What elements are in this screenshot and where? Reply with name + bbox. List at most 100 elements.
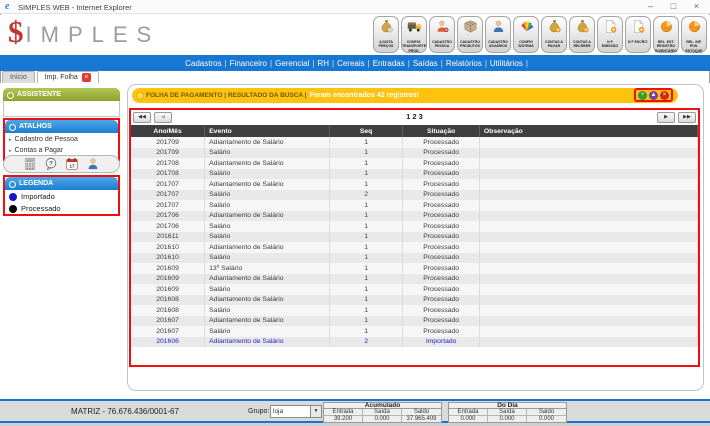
table-row[interactable]: 201706Adiantamento de Salário1Processado [131, 211, 698, 222]
cell-observacao[interactable] [479, 274, 697, 285]
cell-observacao[interactable] [479, 200, 697, 211]
cell-seq[interactable]: 1 [329, 232, 403, 243]
cell-evento[interactable]: Salário [205, 232, 330, 243]
cell-ano-mes[interactable]: 201708 [131, 158, 205, 169]
cell-observacao[interactable] [479, 211, 697, 222]
help-icon[interactable]: ? [44, 157, 58, 171]
last-page-button[interactable]: ▶▶ [678, 112, 696, 123]
column-header[interactable]: Situação [403, 125, 479, 137]
add-button[interactable]: + [638, 91, 647, 100]
cell-situacao[interactable]: Processado [403, 211, 479, 222]
toolbar-button-rel-inf-pos-estoque[interactable]: REL. INF. POS. ESTOQUE [681, 16, 707, 53]
cell-seq[interactable]: 1 [329, 274, 403, 285]
cell-observacao[interactable] [479, 253, 697, 264]
cell-ano-mes[interactable]: 201609 [131, 263, 205, 274]
cell-evento[interactable]: Salário [205, 169, 330, 180]
cell-situacao[interactable]: Processado [403, 169, 479, 180]
cell-situacao[interactable]: Processado [403, 316, 479, 327]
cell-evento[interactable]: Salário [205, 284, 330, 295]
cell-situacao[interactable]: Processado [403, 305, 479, 316]
cell-seq[interactable]: 1 [329, 242, 403, 253]
toolbar-button-nf-emissao[interactable]: N F EMISSÃO [597, 16, 623, 53]
cell-seq[interactable]: 1 [329, 295, 403, 306]
table-row[interactable]: 20160913º Salário1Processado [131, 263, 698, 274]
calendar-icon[interactable]: 17 [65, 157, 79, 171]
menu-item[interactable]: RH [317, 59, 329, 68]
cell-observacao[interactable] [479, 316, 697, 327]
cell-evento[interactable]: Adiantamento de Salário [205, 295, 330, 306]
toolbar-button-config-sistema[interactable]: CONFIG SISTEMA [513, 16, 539, 53]
cell-observacao[interactable] [479, 326, 697, 337]
cell-evento[interactable]: Salário [205, 253, 330, 264]
cell-seq[interactable]: 1 [329, 211, 403, 222]
cell-seq[interactable]: 1 [329, 326, 403, 337]
cell-ano-mes[interactable]: 201607 [131, 316, 205, 327]
cell-situacao[interactable]: Processado [403, 179, 479, 190]
cell-observacao[interactable] [479, 137, 697, 148]
cell-evento[interactable]: Salário [205, 305, 330, 316]
cell-evento[interactable]: 13º Salário [205, 263, 330, 274]
cell-observacao[interactable] [479, 305, 697, 316]
cell-evento[interactable]: Adiantamento de Salário [205, 242, 330, 253]
table-row[interactable]: 201610Salário1Processado [131, 253, 698, 264]
cell-situacao[interactable]: Processado [403, 295, 479, 306]
cell-evento[interactable]: Adiantamento de Salário [205, 179, 330, 190]
table-row[interactable]: 201709Adiantamento de Salário1Processado [131, 137, 698, 148]
cell-evento[interactable]: Salário [205, 221, 330, 232]
cell-situacao[interactable]: Processado [403, 137, 479, 148]
cell-observacao[interactable] [479, 295, 697, 306]
cell-observacao[interactable] [479, 169, 697, 180]
cell-observacao[interactable] [479, 284, 697, 295]
cell-evento[interactable]: Adiantamento de Salário [205, 274, 330, 285]
column-header[interactable]: Ano/Mês [131, 125, 205, 137]
menu-item[interactable]: Financeiro [230, 59, 267, 68]
cell-ano-mes[interactable]: 201608 [131, 295, 205, 306]
cell-evento[interactable]: Adiantamento de Salário [205, 337, 330, 348]
close-button[interactable]: × [685, 0, 708, 14]
cell-situacao[interactable]: Processado [403, 253, 479, 264]
cell-situacao[interactable]: Processado [403, 190, 479, 201]
cell-evento[interactable]: Salário [205, 148, 330, 159]
cell-ano-mes[interactable]: 201708 [131, 169, 205, 180]
cell-ano-mes[interactable]: 201706 [131, 221, 205, 232]
cell-ano-mes[interactable]: 201709 [131, 137, 205, 148]
cell-evento[interactable]: Adiantamento de Salário [205, 158, 330, 169]
page-numbers[interactable]: 1 2 3 [131, 112, 698, 121]
toolbar-button-nf-escrit[interactable]: N F ESCRIT. [625, 16, 651, 53]
table-row[interactable]: 201707Salário1Processado [131, 200, 698, 211]
minimize-button[interactable]: – [639, 0, 662, 14]
menu-item[interactable]: Cadastros [185, 59, 221, 68]
cell-ano-mes[interactable]: 201709 [131, 148, 205, 159]
cell-evento[interactable]: Salário [205, 200, 330, 211]
menu-item[interactable]: Utilitários [490, 59, 523, 68]
cell-seq[interactable]: 1 [329, 263, 403, 274]
maximize-button[interactable]: □ [662, 0, 685, 14]
cell-situacao[interactable]: Processado [403, 148, 479, 159]
table-row[interactable]: 201706Salário1Processado [131, 221, 698, 232]
cell-observacao[interactable] [479, 158, 697, 169]
column-header[interactable]: Observação [479, 125, 697, 137]
cell-ano-mes[interactable]: 201609 [131, 274, 205, 285]
table-row[interactable]: 201607Salário1Processado [131, 326, 698, 337]
menu-item[interactable]: Gerencial [275, 59, 309, 68]
table-row[interactable]: 201609Salário1Processado [131, 284, 698, 295]
cell-observacao[interactable] [479, 232, 697, 243]
table-row[interactable]: 201610Adiantamento de Salário1Processado [131, 242, 698, 253]
menu-item[interactable]: Entradas [373, 59, 405, 68]
user-icon[interactable] [86, 157, 100, 171]
cell-evento[interactable]: Salário [205, 190, 330, 201]
cell-evento[interactable]: Adiantamento de Salário [205, 211, 330, 222]
cell-seq[interactable]: 1 [329, 305, 403, 316]
grupo-select[interactable]: loja ▼ [270, 405, 322, 418]
cell-observacao[interactable] [479, 190, 697, 201]
menu-item[interactable]: Saídas [413, 59, 438, 68]
toolbar-button-cadastro-produtos[interactable]: CADASTRO PRODUTOS [457, 16, 483, 53]
cell-seq[interactable]: 1 [329, 158, 403, 169]
cell-ano-mes[interactable]: 201608 [131, 305, 205, 316]
cell-seq[interactable]: 1 [329, 200, 403, 211]
column-header[interactable]: Evento [205, 125, 330, 137]
cell-seq[interactable]: 1 [329, 137, 403, 148]
up-button[interactable]: ▲ [649, 91, 658, 100]
table-row[interactable]: 201708Adiantamento de Salário1Processado [131, 158, 698, 169]
table-row[interactable]: 201606Adiantamento de Salário2Importado [131, 337, 698, 348]
